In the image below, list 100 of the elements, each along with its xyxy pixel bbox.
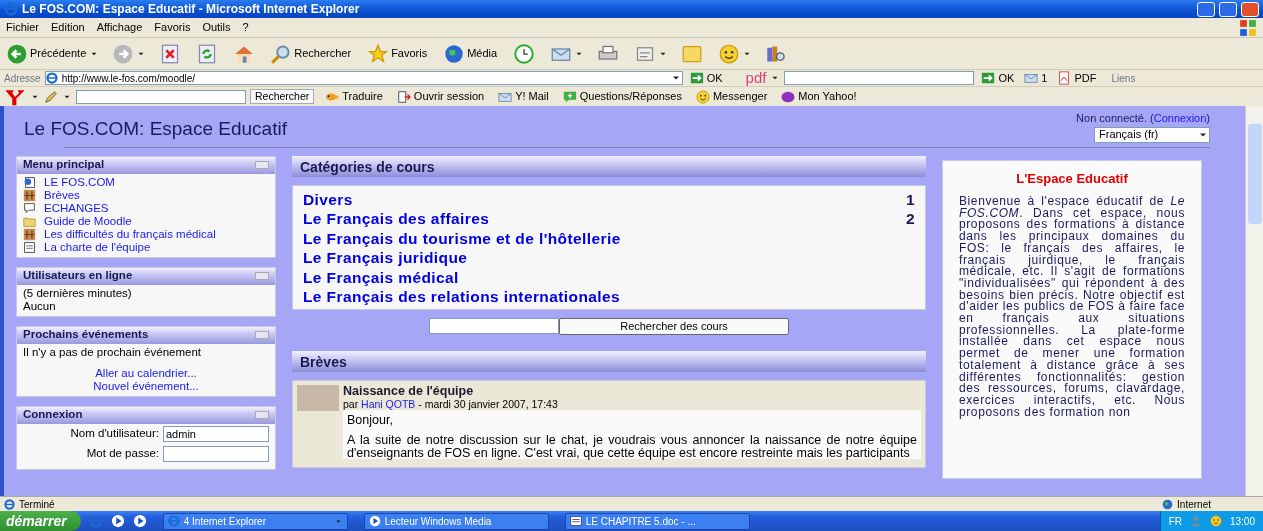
- category-link[interactable]: Le Français des relations internationales: [303, 287, 621, 307]
- welcome-title: L'Espace Educatif: [1015, 169, 1129, 188]
- collapse-button[interactable]: [255, 331, 269, 339]
- page-icon: [23, 240, 36, 254]
- menu-item[interactable]: Outils: [196, 19, 237, 36]
- search-field[interactable]: [784, 71, 975, 85]
- scroll-thumb[interactable]: [1248, 124, 1262, 224]
- clock: 13:00: [1229, 514, 1255, 529]
- toolbar-button[interactable]: Ouvrir session: [393, 88, 488, 105]
- menu-item[interactable]: Edition: [45, 19, 91, 36]
- menu-item[interactable]: Fichier: [0, 19, 45, 36]
- window-title: Le FOS.COM: Espace Educatif - Microsoft Internet Explorer: [22, 1, 361, 18]
- pencil-icon: [44, 89, 58, 104]
- links-label[interactable]: Liens: [1111, 70, 1136, 86]
- arrow-icon: [981, 71, 996, 85]
- post-title: Naissance de l'équipe: [343, 383, 475, 398]
- toolbar-button[interactable]: Média: [441, 43, 504, 64]
- close-button[interactable]: [1241, 1, 1259, 17]
- collapse-button[interactable]: [255, 411, 269, 419]
- language-select[interactable]: Français (fr): [1094, 126, 1210, 143]
- star-icon: [368, 43, 389, 64]
- play-icon: [132, 514, 147, 528]
- stop-icon: [160, 43, 181, 64]
- zone-label: Internet: [1177, 497, 1211, 512]
- category-link[interactable]: Le Français médical: [303, 267, 459, 287]
- category-link[interactable]: Le Français juridique: [303, 248, 468, 268]
- go-button[interactable]: OK: [978, 69, 1018, 87]
- menu-link[interactable]: La charte de l'équipe: [44, 240, 151, 254]
- collapse-button[interactable]: [255, 161, 269, 169]
- menu-link[interactable]: ECHANGES: [44, 201, 109, 215]
- address-field[interactable]: http://www.le-fos.com/moodle/: [44, 71, 683, 85]
- course-count: 2: [905, 209, 915, 229]
- speech-bubble-icon: [562, 89, 577, 104]
- menu-link[interactable]: Les difficultés du français médical: [44, 227, 216, 241]
- menu-link[interactable]: LE FOS.COM: [44, 175, 115, 189]
- menu-link[interactable]: Brèves: [44, 188, 80, 202]
- block-header: Menu principal: [17, 156, 275, 174]
- category-link[interactable]: Le Français du tourisme et de l'hôtellerie: [303, 228, 621, 248]
- smiley-icon: [1209, 515, 1222, 527]
- search-field[interactable]: [429, 317, 559, 334]
- play-icon: [110, 514, 125, 528]
- event-link[interactable]: Nouvel événement...: [93, 379, 199, 392]
- clock-icon: [514, 43, 535, 64]
- welcome-text: Bienvenue à l'espace éducatif de Le FOS.COM. Dans cet espace, nous proposons des formations à distance dans les principaux domaines du FOS: le français des affaires, le français juirdique, le français médicale, etc. Il s'agit de formations "individualisées" qui répondent à des besoins bien précis. Notre objectif est d'aider les publics de FOS à faire face en français aux situations professionnelles. La plate-forme installée dans cet espace nous permet de mener une formation totalement à distance grâce à ses différentes fonctionnalités: gestion des ressources, forums, clavardage, exercices interactifs, etc. Nous proposons des formation non: [959, 196, 1185, 419]
- pdf-label: pdf: [745, 67, 767, 88]
- pdf-button[interactable]: PDF: [1054, 69, 1100, 87]
- category-link[interactable]: Le Français des affaires: [303, 209, 490, 229]
- door-icon: [396, 89, 411, 104]
- play-icon: [368, 515, 381, 527]
- minimize-button[interactable]: [1197, 1, 1215, 17]
- search-icon: [271, 43, 292, 64]
- search-button[interactable]: Rechercher: [250, 89, 315, 104]
- toolbar-button[interactable]: Favoris: [365, 43, 434, 64]
- go-button[interactable]: OK: [686, 69, 726, 87]
- search-button[interactable]: Rechercher des cours: [559, 317, 789, 335]
- field-label: Mot de passe:: [86, 447, 159, 460]
- input-field[interactable]: admin: [163, 425, 269, 442]
- course-count: 1: [905, 189, 915, 209]
- silhouette-icon: [1189, 515, 1202, 527]
- field-label: Nom d'utilisateur:: [70, 427, 159, 440]
- note-icon: [682, 43, 703, 64]
- taskbar-button[interactable]: Lecteur Windows Media: [363, 512, 549, 530]
- smiley-icon: [695, 89, 710, 104]
- people-icon: [23, 227, 36, 241]
- taskbar-button[interactable]: LE CHAPITRE 5.doc - ...: [564, 512, 750, 530]
- envelope-icon: [1024, 71, 1039, 85]
- toolbar-button[interactable]: Mon Yahoo!: [778, 88, 860, 105]
- search-field[interactable]: [76, 89, 246, 104]
- maximize-button[interactable]: [1219, 1, 1237, 17]
- smiley-icon: [719, 43, 740, 64]
- toolbar-button[interactable]: Y! Mail: [495, 88, 552, 105]
- block-text: (5 dernières minutes): [23, 286, 133, 300]
- menu-item[interactable]: Affichage: [90, 19, 149, 36]
- site-title: Le FOS.COM: Espace Educatif: [24, 118, 287, 141]
- toolbar-button[interactable]: Traduire: [322, 88, 386, 105]
- section-header: Brèves: [292, 350, 926, 372]
- toolbar-button[interactable]: Messenger: [692, 88, 771, 105]
- address-label: Adresse: [4, 71, 41, 86]
- input-field[interactable]: [163, 445, 269, 462]
- toolbar-button[interactable]: Précédente: [4, 43, 103, 64]
- menu-link[interactable]: Guide de Moodle: [44, 214, 132, 228]
- login-status: Non connecté. (Connexion): [1076, 111, 1210, 126]
- toolbar-button[interactable]: Rechercher: [268, 43, 358, 64]
- collapse-button[interactable]: [255, 272, 269, 280]
- taskbar-button[interactable]: 4 Internet Explorer: [162, 512, 348, 530]
- block-header: Utilisateurs en ligne: [17, 267, 275, 285]
- login-link[interactable]: Connexion: [1153, 112, 1207, 124]
- event-link[interactable]: Aller au calendrier...: [95, 366, 197, 379]
- section-header: Catégories de cours: [292, 155, 926, 177]
- menu-item[interactable]: ?: [236, 19, 255, 36]
- toolbar-button[interactable]: Questions/Réponses: [559, 88, 685, 105]
- status-text: Terminé: [19, 497, 56, 512]
- post-text: A la suite de notre discussion sur le chat, je voudrais vous annoncer la naissance de notre équipe d'enseignants de FOS en ligne. C'est vrai, que cette équipe est encore restreinte mais les participants: [347, 434, 917, 459]
- menu-item[interactable]: Favoris: [148, 19, 197, 36]
- category-link[interactable]: Divers: [303, 189, 353, 209]
- counter-button[interactable]: 1: [1021, 69, 1051, 87]
- refresh-icon: [197, 43, 218, 64]
- post-byline: par Hani QOTB - mardi 30 janvier 2007, 17:43: [343, 397, 559, 410]
- scrollbar[interactable]: [1245, 106, 1263, 496]
- author-link[interactable]: Hani QOTB: [361, 397, 416, 410]
